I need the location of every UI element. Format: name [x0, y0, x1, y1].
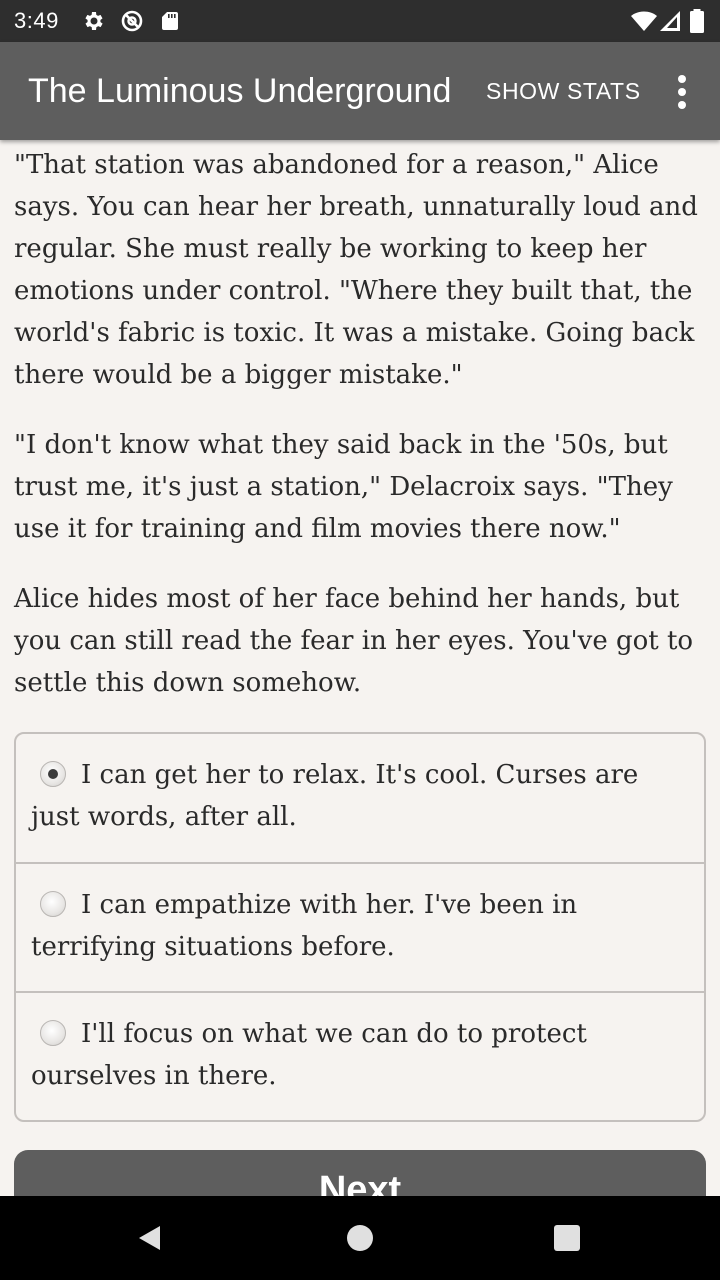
- signal-icon: [660, 11, 680, 31]
- story-content: "That station was abandoned for a reason…: [0, 140, 720, 1196]
- story-paragraph: "That station was abandoned for a reason…: [14, 150, 698, 390]
- choice-option-3[interactable]: I'll focus on what we can do to protect …: [16, 991, 704, 1120]
- next-button[interactable]: Next: [14, 1150, 706, 1196]
- choice-option-1[interactable]: I can get her to relax. It's cool. Curse…: [16, 734, 704, 862]
- show-stats-button[interactable]: SHOW STATS: [486, 78, 641, 105]
- story-paragraph: "I don't know what they said back in the…: [14, 430, 673, 544]
- recents-icon[interactable]: [551, 1222, 583, 1254]
- battery-icon: [690, 9, 704, 33]
- wifi-icon: [631, 11, 657, 31]
- status-bar: 3:49: [0, 0, 720, 42]
- choice-label: I'll focus on what we can do to protect …: [31, 1019, 587, 1091]
- choice-list: I can get her to relax. It's cool. Curse…: [14, 732, 706, 1122]
- no-sync-icon: [121, 10, 143, 32]
- app-title: The Luminous Underground: [28, 72, 452, 110]
- app-bar: The Luminous Underground SHOW STATS: [0, 42, 720, 140]
- back-icon[interactable]: [134, 1222, 166, 1254]
- choice-label: I can get her to relax. It's cool. Curse…: [31, 760, 639, 832]
- story-paragraph: Alice hides most of her face behind her …: [14, 584, 694, 698]
- sd-card-icon: [162, 12, 178, 30]
- choice-label: I can empathize with her. I've been in t…: [31, 890, 578, 962]
- gear-icon: [85, 12, 103, 30]
- home-icon[interactable]: [344, 1222, 376, 1254]
- navigation-bar: [0, 1196, 720, 1280]
- more-vert-icon[interactable]: [664, 72, 700, 112]
- status-time: 3:49: [14, 8, 59, 33]
- choice-option-2[interactable]: I can empathize with her. I've been in t…: [16, 862, 704, 991]
- story-text: "That station was abandoned for a reason…: [0, 140, 720, 704]
